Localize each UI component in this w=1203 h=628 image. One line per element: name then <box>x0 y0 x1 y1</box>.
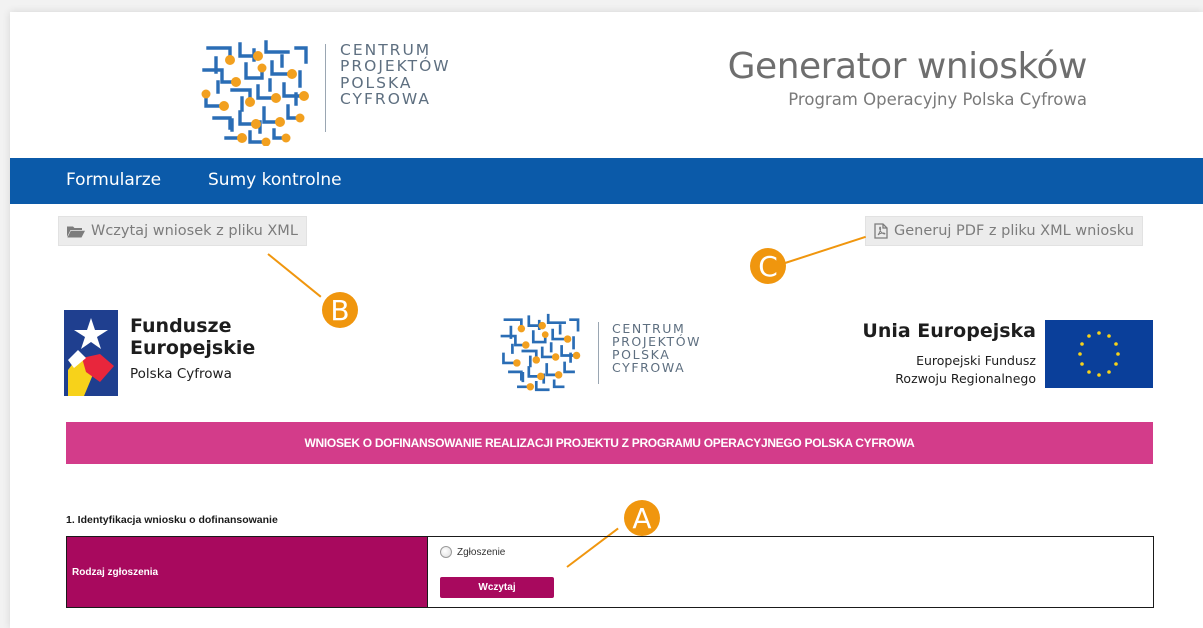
pdf-file-icon <box>874 223 888 239</box>
logo-small-text: CENTRUM PROJEKTÓW POLSKA CYFROWA <box>612 322 701 375</box>
logo-small-line: CYFROWA <box>612 360 686 376</box>
logo-line: CENTRUM <box>340 41 432 59</box>
load-xml-button[interactable]: Wczytaj wniosek z pliku XML <box>58 216 307 246</box>
radio-row: Zgłoszenie <box>440 546 505 558</box>
folder-open-icon <box>67 225 85 238</box>
fundusze-europejskie-logo: Fundusze Europejskie Polska Cyfrowa <box>64 310 324 396</box>
logo-line: CYFROWA <box>340 89 431 108</box>
radio-label: Zgłoszenie <box>457 546 506 558</box>
eu-subtitle: Europejski Fundusz Rozwoju Regionalnego <box>848 352 1036 387</box>
fe-subtitle: Polska Cyfrowa <box>130 366 232 382</box>
fe-title-line2: Europejskie <box>130 336 256 359</box>
load-xml-label: Wczytaj wniosek z pliku XML <box>91 223 298 239</box>
eu-title: Unia Europejska <box>862 320 1036 342</box>
fe-title: Fundusze Europejskie <box>130 315 256 360</box>
callout-a: A <box>624 500 660 536</box>
section-heading: 1. Identyfikacja wniosku o dofinansowani… <box>66 514 278 526</box>
nav-item-sumy-kontrolne[interactable]: Sumy kontrolne <box>208 170 342 190</box>
callout-c-line <box>781 235 867 265</box>
wczytaj-button[interactable]: Wczytaj <box>440 577 554 598</box>
cpp-logo-icon <box>201 40 309 146</box>
callout-c: C <box>750 248 786 284</box>
app-subtitle: Program Operacyjny Polska Cyfrowa <box>788 90 1087 109</box>
main-nav: Formularze Sumy kontrolne <box>10 158 1203 204</box>
header: CENTRUM PROJEKTÓW POLSKA CYFROWA Generat… <box>10 12 1203 158</box>
logo-divider <box>325 44 326 132</box>
zgloszenie-radio[interactable] <box>440 546 452 558</box>
nav-item-formularze[interactable]: Formularze <box>66 170 161 190</box>
app-title: Generator wniosków <box>727 46 1088 87</box>
generate-pdf-label: Generuj PDF z pliku XML wniosku <box>894 223 1134 239</box>
logo-small-divider <box>598 322 599 384</box>
cpp-logo-small-icon <box>500 313 581 392</box>
application-banner: WNIOSEK O DOFINANSOWANIE REALIZACJI PROJ… <box>66 422 1153 464</box>
eu-flag-icon <box>1045 320 1153 388</box>
page: CENTRUM PROJEKTÓW POLSKA CYFROWA Generat… <box>10 12 1203 628</box>
fe-title-line1: Fundusze <box>130 315 232 337</box>
row-label: Rodzaj zgłoszenia <box>67 537 428 607</box>
callout-b-line <box>267 253 322 298</box>
eu-subtitle-line1: Europejski Fundusz <box>916 353 1036 368</box>
form-table: Rodzaj zgłoszenia Zgłoszenie Wczytaj <box>66 536 1154 608</box>
fundusze-europejskie-icon <box>64 310 118 396</box>
logo-line: PROJEKTÓW <box>340 57 451 76</box>
logo-text: CENTRUM PROJEKTÓW POLSKA CYFROWA <box>340 42 451 107</box>
logo-line: POLSKA <box>340 73 413 92</box>
row-value-cell: Zgłoszenie Wczytaj <box>428 537 1153 607</box>
eu-subtitle-line2: Rozwoju Regionalnego <box>895 370 1036 386</box>
callout-b: B <box>322 292 358 328</box>
generate-pdf-button[interactable]: Generuj PDF z pliku XML wniosku <box>865 216 1143 246</box>
